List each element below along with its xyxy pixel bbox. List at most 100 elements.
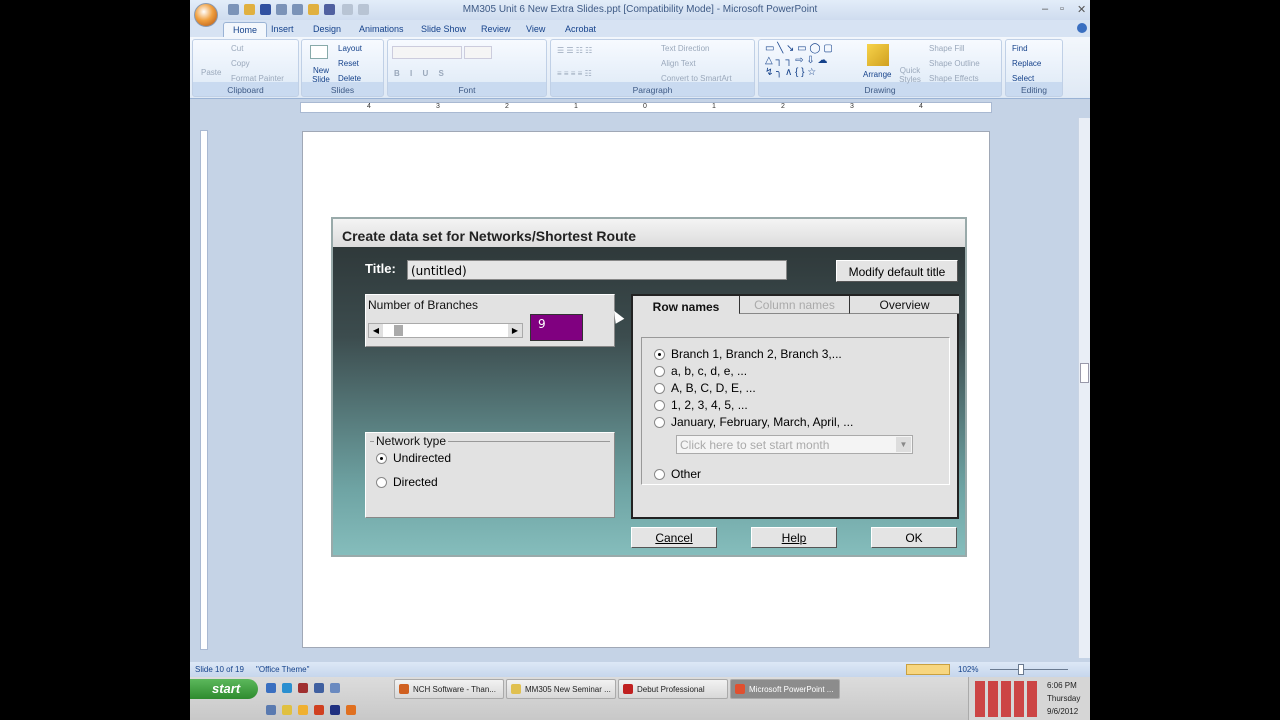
paste-button[interactable]: Paste (201, 68, 221, 77)
start-button[interactable]: start (190, 679, 258, 699)
tab-row-names[interactable]: Row names (633, 296, 739, 318)
quick-launch-icon[interactable] (330, 705, 340, 715)
tab-acrobat[interactable]: Acrobat (556, 22, 605, 37)
replace-button[interactable]: Replace (1012, 59, 1041, 68)
cut-button[interactable]: Cut (231, 44, 243, 53)
shapes-gallery[interactable]: ▭ ╲ ↘ ▭ ◯ ▢ △ ┐ ┐ ⇨ ⇩ ☁ ↯ ╮ ∧ { } ☆ (765, 43, 833, 79)
zoom-level[interactable]: 102% (958, 665, 978, 674)
vertical-ruler[interactable] (200, 130, 208, 650)
align-buttons[interactable]: ≡ ≡ ≡ ≡ ☷ (557, 69, 592, 78)
shape-effects-button[interactable]: Shape Effects (929, 74, 979, 83)
restore-icon[interactable]: ▫ (1060, 3, 1064, 15)
cancel-button[interactable]: Cancel (631, 527, 717, 548)
tab-column-names[interactable]: Column names (739, 296, 849, 314)
radio-other[interactable]: Other (654, 467, 701, 481)
help-button[interactable]: Help (751, 527, 837, 548)
tab-slide-show[interactable]: Slide Show (412, 22, 475, 37)
view-buttons[interactable] (906, 664, 950, 675)
reset-button[interactable]: Reset (338, 59, 359, 68)
shape-fill-button[interactable]: Shape Fill (929, 44, 965, 53)
convert-smartart-button[interactable]: Convert to SmartArt (661, 74, 732, 83)
title-input[interactable]: (untitled) (407, 260, 787, 280)
clock-day: Thursday (1047, 694, 1081, 703)
horizontal-ruler[interactable]: 4 3 2 1 0 1 2 3 4 (300, 102, 992, 113)
tab-overview[interactable]: Overview (849, 296, 959, 314)
arrange-button[interactable]: Arrange (863, 70, 891, 79)
tab-home[interactable]: Home (223, 22, 268, 37)
taskbar-item[interactable]: MM305 New Seminar ... (506, 679, 616, 699)
open-icon[interactable] (244, 4, 255, 15)
tab-design[interactable]: Design (304, 22, 350, 37)
editing-group: Find Replace Select Editing (1005, 39, 1063, 97)
select-button[interactable]: Select (1012, 74, 1034, 83)
branches-slider[interactable]: ◀ ▶ (368, 323, 523, 338)
ok-button[interactable]: OK (871, 527, 957, 548)
undo-icon[interactable] (342, 4, 353, 15)
tab-animations[interactable]: Animations (350, 22, 413, 37)
layout-button[interactable]: Layout (338, 44, 362, 53)
tab-review[interactable]: Review (472, 22, 520, 37)
list-buttons[interactable]: ☰ ☰ ☷ ☷ (557, 46, 592, 55)
modify-default-title-button[interactable]: Modify default title (836, 260, 958, 282)
copy-button[interactable]: Copy (231, 59, 250, 68)
taskbar-item[interactable]: Debut Professional (618, 679, 728, 699)
format-painter-button[interactable]: Format Painter (231, 74, 284, 83)
quick-launch-icon[interactable] (282, 705, 292, 715)
font-format-buttons[interactable]: B I U S (394, 69, 448, 78)
slider-left-arrow[interactable]: ◀ (369, 324, 383, 337)
quick-launch-icon[interactable] (266, 705, 276, 715)
delete-button[interactable]: Delete (338, 74, 361, 83)
tray-icons[interactable] (975, 681, 1037, 717)
font-size-field[interactable] (464, 46, 492, 59)
branches-value[interactable]: 9 (530, 314, 583, 341)
office-button[interactable] (194, 3, 218, 27)
font-name-field[interactable] (392, 46, 462, 59)
taskbar-item[interactable]: NCH Software - Than... (394, 679, 504, 699)
tab-insert[interactable]: Insert (262, 22, 303, 37)
quick-launch-icon[interactable] (298, 683, 308, 693)
quick-styles-button[interactable]: Quick Styles (897, 66, 923, 84)
taskbar-item-active[interactable]: Microsoft PowerPoint ... (730, 679, 840, 699)
radio-months[interactable]: January, February, March, April, ... (654, 415, 853, 429)
new-slide-button[interactable]: New Slide (307, 66, 335, 84)
radio-branch-names[interactable]: Branch 1, Branch 2, Branch 3,... (654, 347, 842, 361)
scroll-thumb[interactable] (1080, 363, 1089, 383)
zoom-slider[interactable] (990, 669, 1068, 670)
text-direction-button[interactable]: Text Direction (661, 44, 709, 53)
ie-icon[interactable] (282, 683, 292, 693)
zoom-slider-thumb[interactable] (1018, 664, 1024, 675)
slider-right-arrow[interactable]: ▶ (508, 324, 522, 337)
radio-numbers[interactable]: 1, 2, 3, 4, 5, ... (654, 398, 748, 412)
help-icon[interactable] (1077, 23, 1087, 33)
chevron-down-icon[interactable]: ▼ (896, 437, 911, 452)
radio-label: January, February, March, April, ... (671, 415, 854, 429)
vertical-scrollbar[interactable] (1078, 118, 1090, 658)
print-icon[interactable] (276, 4, 287, 15)
print-preview-icon[interactable] (292, 4, 303, 15)
clock-time: 6:06 PM (1047, 681, 1077, 690)
network-type-label: Network type (374, 434, 449, 448)
align-text-button[interactable]: Align Text (661, 59, 696, 68)
save-icon[interactable] (260, 4, 271, 15)
new-icon[interactable] (228, 4, 239, 15)
firefox-icon[interactable] (346, 705, 356, 715)
redo-icon[interactable] (358, 4, 369, 15)
quick-launch-icon[interactable] (314, 683, 324, 693)
quick-launch-icon[interactable] (330, 683, 340, 693)
tab-view[interactable]: View (517, 22, 554, 37)
quick-launch-icon[interactable] (266, 683, 276, 693)
radio-uppercase[interactable]: A, B, C, D, E, ... (654, 381, 756, 395)
find-button[interactable]: Find (1012, 44, 1028, 53)
slider-thumb[interactable] (394, 325, 403, 336)
radio-undirected[interactable]: Undirected (376, 451, 451, 465)
radio-lowercase[interactable]: a, b, c, d, e, ... (654, 364, 747, 378)
radio-directed[interactable]: Directed (376, 475, 438, 489)
email-icon[interactable] (308, 4, 319, 15)
quick-launch-icon[interactable] (298, 705, 308, 715)
spelling-icon[interactable] (324, 4, 335, 15)
start-month-dropdown[interactable]: Click here to set start month ▼ (676, 435, 913, 454)
quick-launch-icon[interactable] (314, 705, 324, 715)
close-icon[interactable]: ✕ (1077, 3, 1086, 16)
shape-outline-button[interactable]: Shape Outline (929, 59, 980, 68)
minimize-icon[interactable]: – (1042, 3, 1048, 15)
